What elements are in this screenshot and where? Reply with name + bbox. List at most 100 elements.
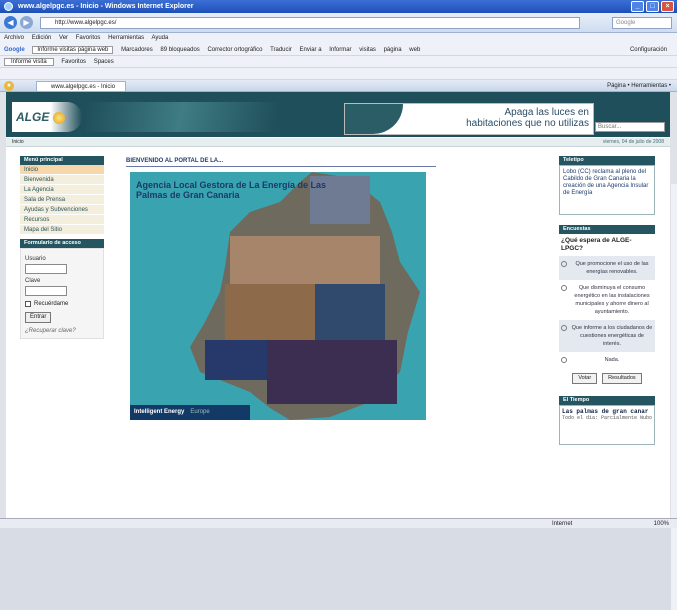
favorites-star-icon[interactable]: ★: [4, 81, 14, 91]
page-tools[interactable]: Página • Herramientas •: [607, 80, 671, 92]
settings-button[interactable]: Configuración: [630, 44, 667, 55]
main-menu-title: Menú principal: [20, 156, 104, 165]
google-toolbar: Google Informe visitas página web Marcad…: [0, 44, 677, 56]
poll-title: Encuestas: [559, 225, 655, 234]
forgot-password-link[interactable]: ¿Recuperar clave?: [25, 328, 99, 334]
poll-buttons: Votar Resultados: [559, 373, 655, 384]
translate-button[interactable]: Traducir: [270, 47, 292, 53]
energy-ad-banner[interactable]: Apaga las luces en habitaciones que no u…: [344, 103, 594, 135]
password-label: Clave: [25, 278, 41, 284]
search-input[interactable]: Google: [612, 17, 672, 29]
bookmarks-button[interactable]: Marcadores: [121, 47, 153, 53]
radio-button[interactable]: [561, 357, 567, 363]
menu-item-recursos[interactable]: Recursos: [20, 215, 104, 225]
menu-herramientas[interactable]: Herramientas: [108, 35, 144, 41]
breadcrumb-home[interactable]: Inicio: [12, 139, 24, 145]
remember-label: Recuérdame: [34, 301, 69, 307]
window-titlebar: www.algelpgc.es - Inicio - Windows Inter…: [0, 0, 677, 13]
menu-ayuda[interactable]: Ayuda: [151, 35, 168, 41]
address-bar: ◀ ▶ http://www.algelpgc.es/ Google: [0, 13, 677, 33]
poll-option-label: Nada.: [604, 357, 620, 363]
menu-item-sala-de-prensa[interactable]: Sala de Prensa: [20, 195, 104, 205]
forward-icon[interactable]: ▶: [20, 16, 33, 29]
remember-me[interactable]: Recuérdame: [25, 301, 99, 307]
weather-widget[interactable]: Las palmas de gran canar Todo el día: Pa…: [559, 405, 655, 445]
poll-option[interactable]: Que promocione el uso de las energías re…: [559, 256, 655, 280]
links-toolbar: Informe visita Favoritos Spaces: [0, 56, 677, 68]
sun-icon: [52, 111, 65, 124]
weather-forecast: Todo el día: Parcialmente Nubo: [562, 415, 653, 421]
window-title: www.algelpgc.es - Inicio - Windows Inter…: [18, 3, 194, 10]
favorites-bar: [0, 68, 677, 80]
maximize-button[interactable]: □: [646, 1, 659, 12]
europe-label: Europe: [190, 409, 210, 415]
radio-button[interactable]: [561, 325, 567, 331]
send-button[interactable]: Enviar a: [300, 47, 322, 53]
poll-option-label: Que informe a los ciudadanos de cuestion…: [571, 325, 653, 347]
menu-item-mapa[interactable]: Mapa del Sitio: [20, 225, 104, 235]
harbor-photo: [315, 284, 385, 340]
weather-city: Las palmas de gran canar: [562, 408, 649, 415]
menu-item-ayudas[interactable]: Ayudas y Subvenciones: [20, 205, 104, 215]
username-input[interactable]: [25, 264, 67, 274]
poll-option-label: Que disminuya el consumo energético en l…: [574, 285, 650, 315]
left-column: Menú principal Inicio Bienvenida La Agen…: [20, 156, 104, 339]
main-content: BIENVENIDO AL PORTAL DE LA... Agencia Lo…: [126, 156, 436, 420]
spellcheck-button[interactable]: Corrector ortográfico: [207, 47, 262, 53]
poll-option[interactable]: Nada.: [559, 352, 655, 368]
cathedral-photo: [205, 340, 267, 380]
ie-logo-icon: [4, 2, 13, 11]
site-logo[interactable]: ALGE: [12, 102, 82, 132]
popups-blocked[interactable]: 89 bloqueados: [160, 47, 199, 53]
poll-option[interactable]: Que disminuya el consumo energético en l…: [559, 280, 655, 320]
island-map-image: Agencia Local Gestora de La Energía de L…: [130, 172, 426, 420]
menu-favoritos[interactable]: Favoritos: [76, 35, 101, 41]
ie-label: Intelligent Energy: [134, 409, 185, 415]
password-input[interactable]: [25, 286, 67, 296]
login-title: Formulario de acceso: [20, 239, 104, 248]
visits-button[interactable]: visitas: [359, 47, 376, 53]
back-icon[interactable]: ◀: [4, 16, 17, 29]
report-input[interactable]: Informe visita: [4, 58, 54, 66]
map-caption: Agencia Local Gestora de La Energía de L…: [136, 180, 327, 200]
vertical-scrollbar[interactable]: [671, 184, 677, 610]
menu-edicion[interactable]: Edición: [32, 35, 52, 41]
minimize-button[interactable]: _: [631, 1, 644, 12]
url-input[interactable]: http://www.algelpgc.es/: [40, 17, 580, 29]
login-button[interactable]: Entrar: [25, 312, 52, 323]
close-button[interactable]: ×: [661, 1, 674, 12]
intelligent-energy-logo[interactable]: Intelligent Energy Europe: [130, 405, 250, 420]
site-search-input[interactable]: Buscar...: [595, 122, 665, 132]
status-bar: Internet 100%: [0, 518, 677, 528]
menu-ver[interactable]: Ver: [59, 35, 68, 41]
page-button[interactable]: página: [384, 47, 402, 53]
vote-button[interactable]: Votar: [572, 373, 598, 384]
radio-button[interactable]: [561, 285, 567, 291]
poll-option[interactable]: Que informe a los ciudadanos de cuestion…: [559, 320, 655, 352]
ad-line2: habitaciones que no utilizas: [466, 118, 589, 129]
radio-button[interactable]: [561, 261, 567, 267]
spaces-button[interactable]: Spaces: [94, 59, 114, 65]
ad-line1: Apaga las luces en: [504, 107, 589, 118]
window-controls: _ □ ×: [631, 1, 674, 12]
menu-item-bienvenida[interactable]: Bienvenida: [20, 175, 104, 185]
menu-archivo[interactable]: Archivo: [4, 35, 24, 41]
report-button[interactable]: Informar: [329, 47, 351, 53]
web-button[interactable]: web: [409, 47, 420, 53]
island-landscape-photo: [230, 236, 380, 284]
right-column: Teletipo Lobo (CC) reclama al pleno del …: [559, 156, 655, 445]
favorites-button[interactable]: Favoritos: [61, 59, 86, 65]
results-button[interactable]: Resultados: [602, 373, 642, 384]
tab-inicio[interactable]: www.algelpgc.es - Inicio: [36, 81, 126, 92]
weather-title: El Tiempo: [559, 396, 655, 405]
toolbar-search[interactable]: Informe visitas página web: [32, 46, 114, 54]
username-label: Usuario: [25, 256, 46, 262]
menu-item-la-agencia[interactable]: La Agencia: [20, 185, 104, 195]
ad-text: Apaga las luces en habitaciones que no u…: [466, 107, 589, 129]
menu-item-inicio[interactable]: Inicio: [20, 165, 104, 175]
building-photo: [225, 284, 315, 340]
remember-checkbox[interactable]: [25, 301, 31, 307]
breadcrumb: Inicio viernes, 04 de julio de 2008: [6, 138, 670, 147]
news-item[interactable]: Lobo (CC) reclama al pleno del Cabildo d…: [559, 165, 655, 215]
logo-text: ALGE: [16, 110, 50, 124]
